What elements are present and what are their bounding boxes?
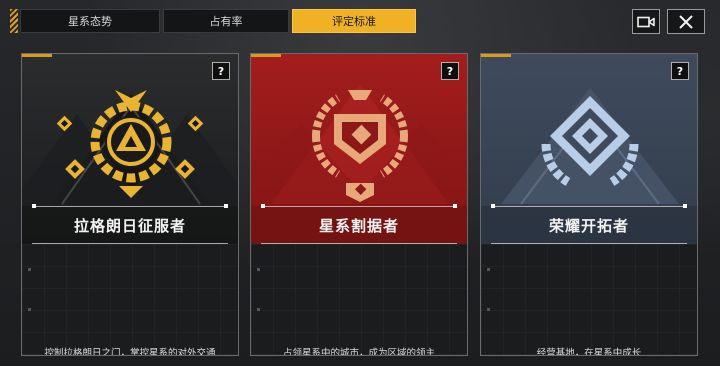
help-button[interactable]: ? — [671, 62, 689, 80]
close-button[interactable] — [667, 9, 705, 34]
card-title: 荣耀开拓者 — [548, 216, 629, 235]
card-title: 星系割据者 — [318, 216, 399, 235]
help-button[interactable]: ? — [441, 62, 459, 80]
card-title: 拉格朗日征服者 — [73, 216, 186, 235]
card-description-area: 占领星系中的城市，成为区域的领主 — [251, 244, 467, 356]
card-title-band: 荣耀开拓者 — [481, 204, 697, 244]
card-description: 经营基地，在星系中成长 — [536, 348, 642, 356]
video-button[interactable] — [632, 9, 660, 34]
tab-occupancy[interactable]: 占有率 — [163, 9, 289, 33]
card-top-accent — [481, 54, 511, 57]
tab-evaluation-criteria[interactable]: 评定标准 — [292, 9, 416, 33]
card-galaxy-separatist[interactable]: ? 星系割据者 占领星系中的城市，成为区域的领主 — [250, 53, 468, 356]
card-title-band: 拉格朗日征服者 — [22, 204, 238, 244]
tab-bar: 星系态势 占有率 评定标准 — [10, 9, 419, 33]
card-description-area: 经营基地，在星系中成长 — [481, 244, 697, 356]
card-description: 控制拉格朗日之门，掌控星系的对外交通 — [44, 348, 216, 356]
tab-bar-accent — [10, 9, 18, 33]
help-button[interactable]: ? — [212, 62, 230, 80]
tab-galaxy-situation[interactable]: 星系态势 — [20, 9, 160, 33]
card-lagrange-conqueror[interactable]: ? 拉格朗日征服者 控制拉格朗日之门，掌控星系的对外交通 — [21, 53, 239, 356]
card-glory-pioneer[interactable]: ? 荣耀开拓者 经营基地，在星系中成长 — [480, 53, 698, 356]
close-icon — [679, 14, 693, 29]
card-title-band: 星系割据者 — [251, 204, 467, 244]
card-top-accent — [251, 54, 281, 57]
card-description-area: 控制拉格朗日之门，掌控星系的对外交通 — [22, 244, 238, 356]
card-description: 占领星系中的城市，成为区域的领主 — [282, 348, 435, 356]
video-camera-icon — [637, 16, 655, 27]
card-top-accent — [22, 54, 52, 57]
